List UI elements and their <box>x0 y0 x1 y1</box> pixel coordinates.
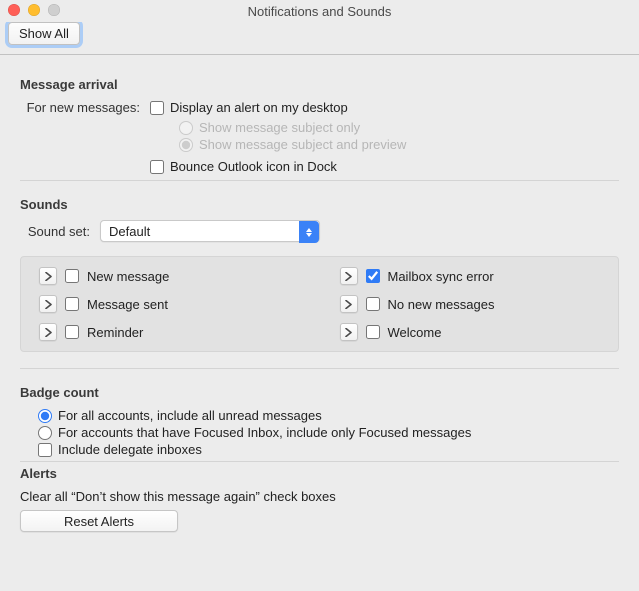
sound-item-new-message: New message <box>39 267 300 285</box>
display-alert-label: Display an alert on my desktop <box>170 100 348 115</box>
chevron-right-icon <box>45 328 52 337</box>
subject-only-radio <box>179 121 193 135</box>
badge-focused-label: For accounts that have Focused Inbox, in… <box>58 425 471 440</box>
show-all-button[interactable]: Show All <box>8 22 80 45</box>
sound-item-reminder: Reminder <box>39 323 300 341</box>
toolbar: Show All <box>0 22 639 55</box>
sound-set-select[interactable]: Default <box>100 220 320 242</box>
section-heading-badge-count: Badge count <box>20 385 619 400</box>
close-window-button[interactable] <box>8 4 20 16</box>
row-bounce-dock: Bounce Outlook icon in Dock <box>20 159 619 174</box>
disclosure-button[interactable] <box>340 323 358 341</box>
sounds-panel: New message Mailbox sync error Message s… <box>20 256 619 352</box>
include-delegate-checkbox[interactable] <box>38 443 52 457</box>
sound-item-mailbox-sync-error: Mailbox sync error <box>340 267 601 285</box>
sound-checkbox-new-message[interactable] <box>65 269 79 283</box>
badge-count-options: For all accounts, include all unread mes… <box>38 408 619 457</box>
chevron-right-icon <box>345 328 352 337</box>
sound-item-message-sent: Message sent <box>39 295 300 313</box>
sound-label: Message sent <box>87 297 168 312</box>
window-controls <box>8 4 60 16</box>
for-new-messages-label: For new messages: <box>20 100 150 115</box>
sound-label: Welcome <box>388 325 442 340</box>
disclosure-button[interactable] <box>39 295 57 313</box>
row-subject-only: Show message subject only <box>179 119 619 136</box>
sound-checkbox-no-new-messages[interactable] <box>366 297 380 311</box>
display-alert-checkbox[interactable] <box>150 101 164 115</box>
sound-set-value: Default <box>109 224 150 239</box>
sound-checkbox-message-sent[interactable] <box>65 297 79 311</box>
divider <box>20 180 619 181</box>
disclosure-button[interactable] <box>340 267 358 285</box>
sound-label: No new messages <box>388 297 495 312</box>
divider <box>20 368 619 369</box>
sound-item-no-new-messages: No new messages <box>340 295 601 313</box>
disclosure-button[interactable] <box>39 323 57 341</box>
chevron-right-icon <box>45 272 52 281</box>
section-heading-message-arrival: Message arrival <box>20 77 619 92</box>
sound-item-welcome: Welcome <box>340 323 601 341</box>
sound-label: Mailbox sync error <box>388 269 494 284</box>
include-delegate-label: Include delegate inboxes <box>58 442 202 457</box>
chevron-right-icon <box>345 300 352 309</box>
sound-set-label: Sound set: <box>20 224 100 239</box>
chevron-right-icon <box>45 300 52 309</box>
bounce-dock-label: Bounce Outlook icon in Dock <box>170 159 337 174</box>
zoom-window-button[interactable] <box>48 4 60 16</box>
reset-alerts-button[interactable]: Reset Alerts <box>20 510 178 532</box>
section-heading-alerts: Alerts <box>20 466 619 481</box>
chevron-right-icon <box>345 272 352 281</box>
alerts-clear-text: Clear all “Don’t show this message again… <box>20 489 619 504</box>
bounce-dock-checkbox[interactable] <box>150 160 164 174</box>
badge-all-radio[interactable] <box>38 409 52 423</box>
sound-checkbox-welcome[interactable] <box>366 325 380 339</box>
preferences-content: Message arrival For new messages: Displa… <box>0 55 639 550</box>
sound-label: New message <box>87 269 169 284</box>
row-display-alert: For new messages: Display an alert on my… <box>20 100 619 115</box>
disclosure-button[interactable] <box>340 295 358 313</box>
disclosure-button[interactable] <box>39 267 57 285</box>
divider <box>20 461 619 462</box>
window-title: Notifications and Sounds <box>248 4 392 19</box>
subject-preview-radio <box>179 138 193 152</box>
row-sound-set: Sound set: Default <box>20 220 619 242</box>
sound-checkbox-reminder[interactable] <box>65 325 79 339</box>
select-arrows-icon <box>299 221 319 243</box>
titlebar: Notifications and Sounds <box>0 0 639 22</box>
subject-preview-label: Show message subject and preview <box>199 137 406 152</box>
subject-only-label: Show message subject only <box>199 120 360 135</box>
badge-focused-radio[interactable] <box>38 426 52 440</box>
section-heading-sounds: Sounds <box>20 197 619 212</box>
minimize-window-button[interactable] <box>28 4 40 16</box>
badge-all-label: For all accounts, include all unread mes… <box>58 408 322 423</box>
sound-label: Reminder <box>87 325 143 340</box>
sound-checkbox-mailbox-sync-error[interactable] <box>366 269 380 283</box>
row-subject-preview: Show message subject and preview <box>179 136 619 153</box>
